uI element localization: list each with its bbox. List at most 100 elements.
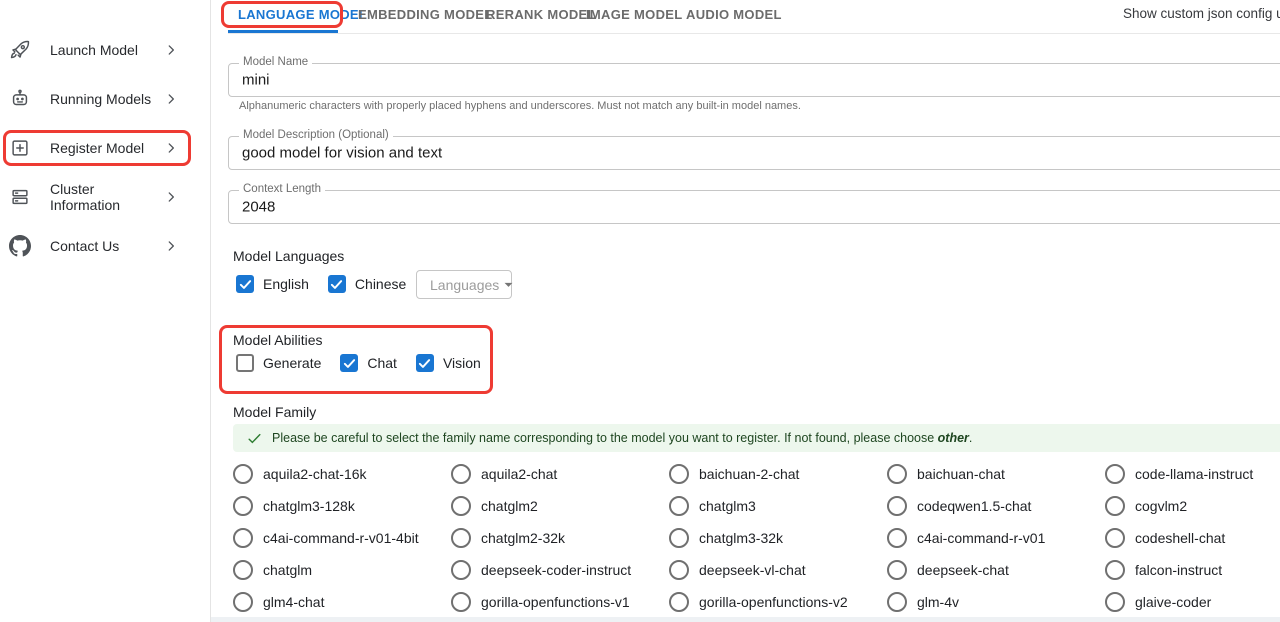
radio-unselected-icon — [1105, 496, 1125, 516]
radio-label: glm-4v — [917, 594, 959, 610]
radio-label: codeqwen1.5-chat — [917, 498, 1031, 514]
radio-unselected-icon — [233, 496, 253, 516]
sidebar-item-running-models[interactable]: Running Models — [0, 82, 196, 116]
radio-label: chatglm — [263, 562, 312, 578]
model-name-field[interactable]: Model Name mini — [228, 63, 1280, 97]
family-radio-glm-4v[interactable]: glm-4v — [887, 592, 1105, 612]
context-length-label: Context Length — [239, 183, 325, 195]
family-radio-baichuan-chat[interactable]: baichuan-chat — [887, 464, 1105, 484]
tab-rerank-model[interactable]: RERANK MODEL — [486, 7, 596, 22]
checkbox-label: English — [263, 276, 309, 292]
radio-unselected-icon — [233, 528, 253, 548]
radio-unselected-icon — [451, 592, 471, 612]
radio-unselected-icon — [669, 464, 689, 484]
show-json-config-link[interactable]: Show custom json config used b — [1123, 6, 1280, 21]
sidebar-item-label: Launch Model — [50, 42, 138, 58]
family-radio-chatglm3[interactable]: chatglm3 — [669, 496, 887, 516]
family-radio-gorilla-openfunctions-v1[interactable]: gorilla-openfunctions-v1 — [451, 592, 669, 612]
tab-embedding-model[interactable]: EMBEDDING MODEL — [358, 7, 493, 22]
radio-unselected-icon — [887, 464, 907, 484]
ability-vision-checkbox[interactable]: Vision — [416, 354, 481, 372]
tab-language-model[interactable]: LANGUAGE MODEL — [238, 7, 367, 22]
family-radio-chatglm2-32k[interactable]: chatglm2-32k — [451, 528, 669, 548]
family-radio-code-llama-instruct[interactable]: code-llama-instruct — [1105, 464, 1280, 484]
family-radio-chatglm[interactable]: chatglm — [233, 560, 451, 580]
radio-label: chatglm2-32k — [481, 530, 565, 546]
chevron-right-icon — [164, 190, 178, 204]
ability-chat-checkbox[interactable]: Chat — [340, 354, 397, 372]
family-radio-c4ai-command-r-v01[interactable]: c4ai-command-r-v01 — [887, 528, 1105, 548]
checked-checkbox-icon — [236, 275, 254, 293]
tab-audio-model[interactable]: AUDIO MODEL — [686, 7, 782, 22]
radio-label: aquila2-chat — [481, 466, 557, 482]
radio-label: deepseek-chat — [917, 562, 1009, 578]
chevron-down-icon — [499, 275, 518, 294]
family-radio-chatglm2[interactable]: chatglm2 — [451, 496, 669, 516]
radio-label: chatglm3 — [699, 498, 756, 514]
model-family-alert-text: Please be careful to select the family n… — [272, 431, 972, 445]
sidebar-item-cluster-information[interactable]: Cluster Information — [0, 180, 196, 214]
radio-label: glaive-coder — [1135, 594, 1211, 610]
family-radio-codeshell-chat[interactable]: codeshell-chat — [1105, 528, 1280, 548]
radio-label: deepseek-coder-instruct — [481, 562, 631, 578]
add-box-icon — [9, 137, 31, 159]
family-radio-aquila2-chat-16k[interactable]: aquila2-chat-16k — [233, 464, 451, 484]
radio-label: baichuan-2-chat — [699, 466, 799, 482]
language-english-checkbox[interactable]: English — [236, 275, 309, 293]
sidebar-item-label: Running Models — [50, 91, 151, 107]
model-description-field[interactable]: Model Description (Optional) good model … — [228, 136, 1280, 170]
model-name-label: Model Name — [239, 56, 312, 68]
family-radio-deepseek-coder-instruct[interactable]: deepseek-coder-instruct — [451, 560, 669, 580]
model-family-grid: aquila2-chat-16k aquila2-chat baichuan-2-c… — [233, 458, 1280, 618]
model-family-title: Model Family — [233, 404, 316, 420]
checked-checkbox-icon — [328, 275, 346, 293]
sidebar-item-label: Contact Us — [50, 238, 119, 254]
sidebar-item-register-model[interactable]: Register Model — [0, 131, 196, 165]
family-radio-gorilla-openfunctions-v2[interactable]: gorilla-openfunctions-v2 — [669, 592, 887, 612]
rocket-icon — [9, 39, 31, 61]
family-radio-chatglm3-32k[interactable]: chatglm3-32k — [669, 528, 887, 548]
radio-unselected-icon — [669, 496, 689, 516]
context-length-field[interactable]: Context Length 2048 — [228, 190, 1280, 224]
radio-unselected-icon — [1105, 464, 1125, 484]
model-description-label: Model Description (Optional) — [239, 129, 393, 141]
model-abilities-options: Generate Chat Vision — [236, 354, 500, 372]
radio-unselected-icon — [451, 496, 471, 516]
model-languages-title: Model Languages — [233, 248, 344, 264]
checked-checkbox-icon — [416, 354, 434, 372]
languages-select[interactable]: Languages — [416, 270, 512, 299]
family-radio-codeqwen1-5-chat[interactable]: codeqwen1.5-chat — [887, 496, 1105, 516]
sidebar-item-launch-model[interactable]: Launch Model — [0, 33, 196, 67]
radio-unselected-icon — [451, 528, 471, 548]
radio-label: code-llama-instruct — [1135, 466, 1253, 482]
radio-unselected-icon — [887, 560, 907, 580]
sidebar-item-contact-us[interactable]: Contact Us — [0, 229, 196, 263]
chevron-right-icon — [164, 92, 178, 106]
family-radio-deepseek-chat[interactable]: deepseek-chat — [887, 560, 1105, 580]
radio-label: aquila2-chat-16k — [263, 466, 367, 482]
model-languages-options: English Chinese — [236, 275, 425, 293]
family-radio-cogvlm2[interactable]: cogvlm2 — [1105, 496, 1280, 516]
family-radio-baichuan-2-chat[interactable]: baichuan-2-chat — [669, 464, 887, 484]
family-radio-glm4-chat[interactable]: glm4-chat — [233, 592, 451, 612]
family-radio-chatglm3-128k[interactable]: chatglm3-128k — [233, 496, 451, 516]
sidebar-item-label: Register Model — [50, 140, 144, 156]
radio-label: gorilla-openfunctions-v1 — [481, 594, 630, 610]
radio-unselected-icon — [451, 464, 471, 484]
checked-checkbox-icon — [340, 354, 358, 372]
family-radio-deepseek-vl-chat[interactable]: deepseek-vl-chat — [669, 560, 887, 580]
radio-label: gorilla-openfunctions-v2 — [699, 594, 848, 610]
family-radio-aquila2-chat[interactable]: aquila2-chat — [451, 464, 669, 484]
model-name-helper-text: Alphanumeric characters with properly pl… — [239, 100, 801, 112]
register-model-page: { "topbar": { "tabs": [ {"label": "LANGU… — [0, 0, 1280, 622]
tab-image-model[interactable]: IMAGE MODEL — [586, 7, 682, 22]
family-radio-c4ai-command-r-v01-4bit[interactable]: c4ai-command-r-v01-4bit — [233, 528, 451, 548]
checkbox-label: Generate — [263, 355, 321, 371]
ability-generate-checkbox[interactable]: Generate — [236, 354, 321, 372]
family-radio-glaive-coder[interactable]: glaive-coder — [1105, 592, 1280, 612]
chevron-right-icon — [164, 43, 178, 57]
radio-unselected-icon — [233, 560, 253, 580]
family-radio-falcon-instruct[interactable]: falcon-instruct — [1105, 560, 1280, 580]
language-chinese-checkbox[interactable]: Chinese — [328, 275, 406, 293]
radio-label: glm4-chat — [263, 594, 324, 610]
